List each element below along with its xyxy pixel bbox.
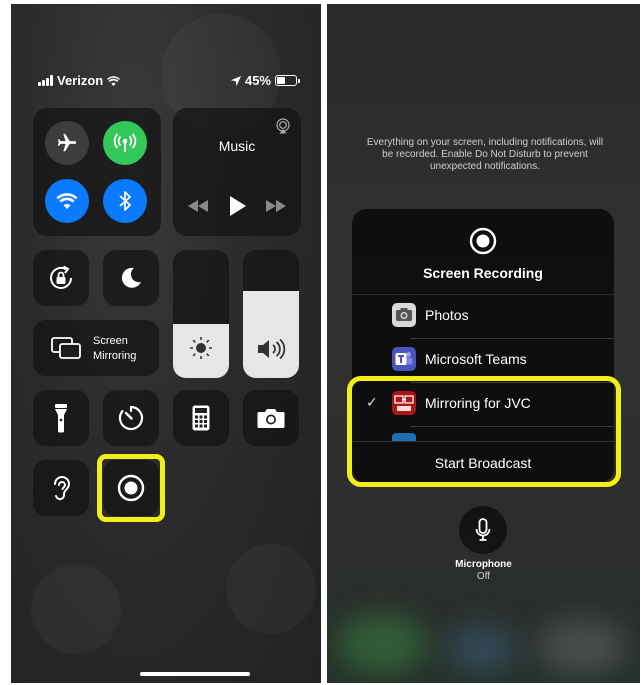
wifi-button[interactable] [45,179,89,223]
wifi-icon [56,193,78,209]
photos-camera-icon [392,303,416,327]
music-title: Music [218,138,256,154]
brightness-icon [190,337,212,359]
cellular-data-button[interactable] [103,121,147,165]
volume-level [243,290,299,378]
camera-icon [257,409,285,428]
microphone-label: Microphone Off [327,559,640,583]
moon-icon [121,267,141,288]
app-row-photos[interactable]: Photos [352,294,614,338]
record-icon [469,227,497,255]
music-tile[interactable]: Music [173,108,301,236]
hearing-button[interactable] [33,460,89,516]
screen-mirroring-line1: Screen [93,335,128,347]
flashlight-icon [55,404,67,433]
do-not-disturb-button[interactable] [103,250,159,306]
play-icon[interactable] [230,196,246,216]
microphone-title: Microphone [455,559,512,570]
background-blur [537,619,627,674]
brightness-slider[interactable] [173,250,229,378]
timer-button[interactable] [103,390,159,446]
battery-percent: 45% [244,73,271,88]
location-arrow-icon [230,75,241,86]
home-indicator[interactable] [140,672,250,676]
orientation-lock-icon [50,265,72,289]
screen-mirroring-line2: Mirroring [93,350,137,362]
volume-icon [258,338,286,360]
fast-forward-icon[interactable] [266,200,286,212]
screen-recording-screen: Everything on your screen, including not… [327,4,640,683]
battery-icon [275,75,300,86]
control-center-screen: Verizon 45% Music Screen Mirroring [11,4,321,683]
hearing-icon [54,476,71,501]
screen-mirroring-label: Screen Mirroring [93,334,136,364]
background-blur [31,564,121,654]
background-blur [447,624,517,674]
app-label: Photos [425,307,469,323]
background-blur [337,614,427,674]
screen-mirroring-icon [51,337,81,359]
background-blur [226,544,316,634]
wifi-status-icon [107,75,121,86]
teams-icon [392,347,416,371]
airplane-mode-button[interactable] [45,121,89,165]
microphone-icon [475,518,491,541]
orientation-lock-button[interactable] [33,250,89,306]
bluetooth-icon [119,191,131,211]
calculator-button[interactable] [173,390,229,446]
microphone-state: Off [476,571,491,582]
signal-icon [38,75,53,86]
carrier-name: Verizon [57,73,104,88]
screen-mirroring-button[interactable]: Screen Mirroring [33,320,159,376]
bluetooth-button[interactable] [103,179,147,223]
flashlight-button[interactable] [33,390,89,446]
status-bar: Verizon 45% [11,72,321,90]
highlight-box [347,376,621,487]
highlight-box [97,454,165,522]
timer-icon [118,405,144,431]
rewind-icon[interactable] [188,200,208,212]
popup-title: Screen Recording [423,265,543,281]
connectivity-tile [33,108,161,236]
airplay-icon[interactable] [275,118,291,134]
app-label: Microsoft Teams [425,351,527,367]
battery-info: 45% [230,73,300,88]
microphone-button[interactable] [459,506,507,554]
battery-fill [277,77,285,84]
cellular-data-icon [113,133,137,152]
camera-button[interactable] [243,390,299,446]
recording-notice: Everything on your screen, including not… [366,137,604,172]
carrier-info: Verizon [38,73,121,88]
volume-slider[interactable] [243,250,299,378]
calculator-icon [192,405,210,431]
airplane-icon [57,133,77,152]
